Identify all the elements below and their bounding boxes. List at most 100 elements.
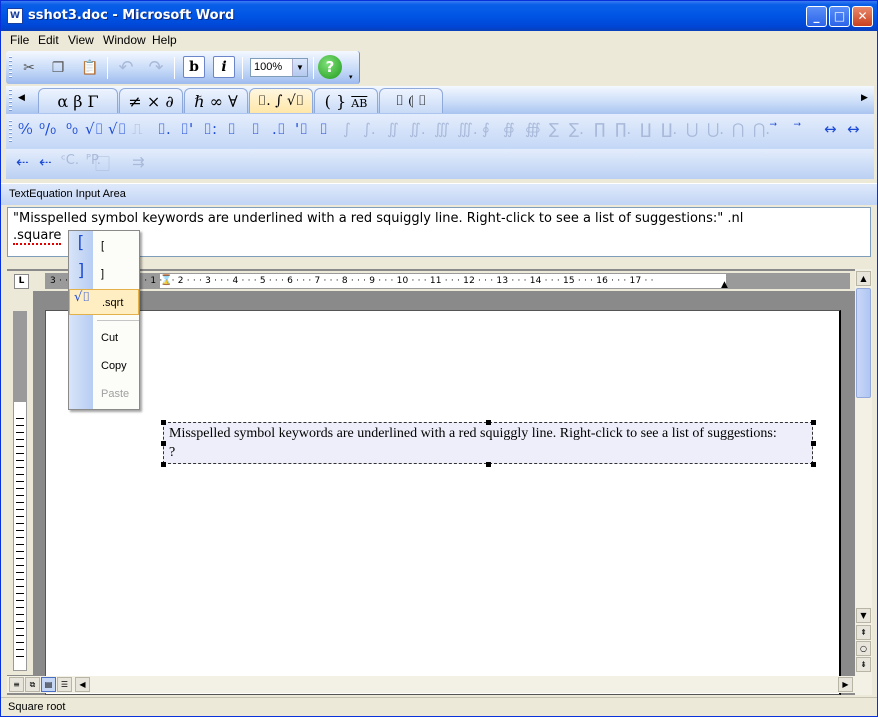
symbol-button[interactable]: ᴾP. bbox=[86, 153, 101, 168]
symbol-button[interactable]: ∮ bbox=[482, 120, 490, 138]
symbol-button[interactable]: ⎍ bbox=[132, 120, 143, 138]
symbol-button[interactable]: ⇉ bbox=[132, 153, 145, 171]
tab-greek[interactable]: α β Γ bbox=[38, 88, 118, 113]
scroll-up-icon[interactable]: ▲ bbox=[856, 271, 871, 286]
symbol-button[interactable]: ∏. bbox=[615, 120, 631, 138]
suggestion-right-bracket[interactable]: ] ] bbox=[69, 261, 139, 287]
indent-marker-icon[interactable]: ⌛ bbox=[160, 274, 173, 288]
tab-misc-symbols[interactable]: ℏ ∞ ∀ bbox=[184, 88, 248, 113]
copy-menu-item[interactable]: Copy bbox=[69, 353, 139, 379]
zoom-select[interactable]: 100% ▼ bbox=[250, 58, 308, 77]
toolbar-options-icon[interactable]: ▾ bbox=[349, 73, 353, 81]
symbol-button[interactable]: .⌷ bbox=[272, 120, 286, 138]
symbol-button[interactable]: ⌷. bbox=[157, 120, 171, 138]
resize-handle[interactable] bbox=[161, 441, 166, 446]
chevron-down-icon[interactable]: ▼ bbox=[292, 59, 307, 76]
symbol-button[interactable]: ⌷ bbox=[319, 120, 328, 138]
symbol-button[interactable]: ∫. bbox=[363, 120, 376, 138]
cut-menu-item[interactable]: Cut bbox=[69, 325, 139, 351]
normal-view-icon[interactable]: ≡ bbox=[9, 677, 24, 692]
tab-structures[interactable]: ⌷. ∫ √⌷ bbox=[249, 88, 313, 113]
symbol-button[interactable]: ⁰₀ bbox=[66, 120, 78, 138]
symbol-button[interactable]: ⇠ bbox=[16, 153, 29, 171]
tab-operators[interactable]: ≠ × ∂ bbox=[119, 88, 183, 113]
select-browse-object-icon[interactable]: ○ bbox=[856, 641, 871, 656]
symbol-button[interactable]: ∐. bbox=[661, 120, 677, 138]
resize-handle[interactable] bbox=[811, 441, 816, 446]
symbol-button[interactable]: ⇠ bbox=[39, 153, 52, 171]
menu-view[interactable]: View bbox=[68, 33, 94, 47]
resize-handle[interactable] bbox=[161, 420, 166, 425]
symbol-button[interactable]: ⋂ bbox=[732, 120, 744, 138]
italic-button[interactable]: i bbox=[213, 56, 235, 78]
symbol-button[interactable]: ⌷: bbox=[203, 120, 217, 138]
next-page-icon[interactable]: ⇟ bbox=[856, 657, 871, 672]
symbol-button[interactable]: ∰ bbox=[525, 120, 541, 138]
symbol-button[interactable]: '⌷ bbox=[295, 120, 308, 138]
symbol-button[interactable]: ∯ bbox=[503, 120, 515, 138]
tab-stop-selector[interactable]: L bbox=[14, 274, 29, 289]
symbol-button[interactable]: ∐ bbox=[640, 120, 651, 138]
paste-icon[interactable]: 📋 bbox=[78, 56, 102, 80]
symbol-button[interactable]: ∭. bbox=[457, 120, 478, 138]
misspelled-keyword[interactable]: .square bbox=[13, 228, 62, 245]
close-button[interactable]: ✕ bbox=[852, 6, 873, 27]
outline-view-icon[interactable]: ☰ bbox=[57, 677, 72, 692]
resize-handle[interactable] bbox=[486, 462, 491, 467]
menu-file[interactable]: File bbox=[10, 33, 29, 47]
toolbar-grip[interactable] bbox=[9, 89, 12, 111]
paste-menu-item[interactable]: Paste bbox=[69, 381, 139, 407]
symbol-button[interactable]: ↔ bbox=[847, 120, 860, 138]
symbol-button[interactable]: ∫ bbox=[343, 120, 351, 138]
suggestion-sqrt[interactable]: √⌷ .sqrt bbox=[69, 289, 139, 315]
title-bar[interactable]: W sshot3.doc - Microsoft Word _ □ ✕ bbox=[1, 1, 877, 31]
menu-help[interactable]: Help bbox=[152, 33, 177, 47]
redo-icon[interactable]: ↷ bbox=[144, 56, 168, 80]
vertical-scroll-thumb[interactable] bbox=[856, 288, 871, 398]
web-view-icon[interactable]: ⧉ bbox=[25, 677, 40, 692]
right-indent-icon[interactable]: ▲ bbox=[721, 278, 728, 288]
tab-matrices[interactable]: ⌷ ⦇ ⌷ bbox=[379, 88, 443, 113]
toolbar-grip[interactable] bbox=[9, 56, 12, 80]
bold-button[interactable]: b bbox=[183, 56, 205, 78]
scroll-right-icon[interactable]: ▶ bbox=[838, 677, 853, 692]
symbol-button[interactable]: ∏ bbox=[594, 120, 605, 138]
symbol-button[interactable]: √⌷ bbox=[108, 120, 127, 138]
print-view-icon[interactable]: ▤ bbox=[41, 677, 56, 692]
symbol-button[interactable]: ⌷' bbox=[180, 120, 193, 138]
resize-handle[interactable] bbox=[811, 462, 816, 467]
resize-handle[interactable] bbox=[486, 420, 491, 425]
suggestion-left-bracket[interactable]: [ [ bbox=[69, 233, 139, 259]
symbol-button[interactable]: ⁰/₀ bbox=[39, 120, 56, 138]
horizontal-scrollbar[interactable]: ≡ ⧉ ▤ ☰ ◀ ▶ bbox=[7, 676, 855, 693]
scroll-right-icon[interactable]: ▶ bbox=[861, 93, 868, 103]
tab-brackets[interactable]: ( } AB bbox=[314, 88, 378, 113]
symbol-button[interactable]: ∬ bbox=[387, 120, 399, 138]
symbol-button[interactable]: √⌷ bbox=[85, 120, 104, 138]
symbol-button[interactable]: ⋃. bbox=[707, 120, 724, 138]
menu-edit[interactable]: Edit bbox=[38, 33, 59, 47]
symbol-button[interactable]: ↔ bbox=[824, 120, 837, 138]
vertical-ruler[interactable] bbox=[7, 291, 33, 675]
symbol-button[interactable]: ⁰⁄₀ bbox=[18, 120, 33, 138]
copy-icon[interactable]: ❐ bbox=[46, 56, 70, 80]
help-icon[interactable]: ? bbox=[318, 55, 342, 79]
symbol-button[interactable]: ᶜC. bbox=[61, 153, 79, 168]
previous-page-icon[interactable]: ⇞ bbox=[856, 625, 871, 640]
symbol-button[interactable]: ⌷ bbox=[251, 120, 260, 138]
symbol-button[interactable]: ∭ bbox=[434, 120, 450, 138]
scroll-left-icon[interactable]: ◀ bbox=[18, 93, 25, 103]
toolbar-grip[interactable] bbox=[9, 120, 12, 142]
word-doc-icon[interactable]: W bbox=[7, 8, 23, 24]
symbol-button[interactable]: ⋃ bbox=[686, 120, 698, 138]
menu-window[interactable]: Window bbox=[103, 33, 146, 47]
symbol-button[interactable]: ⋂. bbox=[753, 120, 770, 138]
scroll-left-icon[interactable]: ◀ bbox=[75, 677, 90, 692]
maximize-button[interactable]: □ bbox=[829, 6, 850, 27]
symbol-button[interactable]: ∑ bbox=[549, 120, 559, 138]
resize-handle[interactable] bbox=[811, 420, 816, 425]
symbol-button[interactable]: ∑. bbox=[569, 120, 584, 138]
scroll-down-icon[interactable]: ▼ bbox=[856, 608, 871, 623]
resize-handle[interactable] bbox=[161, 462, 166, 467]
cut-icon[interactable]: ✂ bbox=[17, 56, 41, 80]
